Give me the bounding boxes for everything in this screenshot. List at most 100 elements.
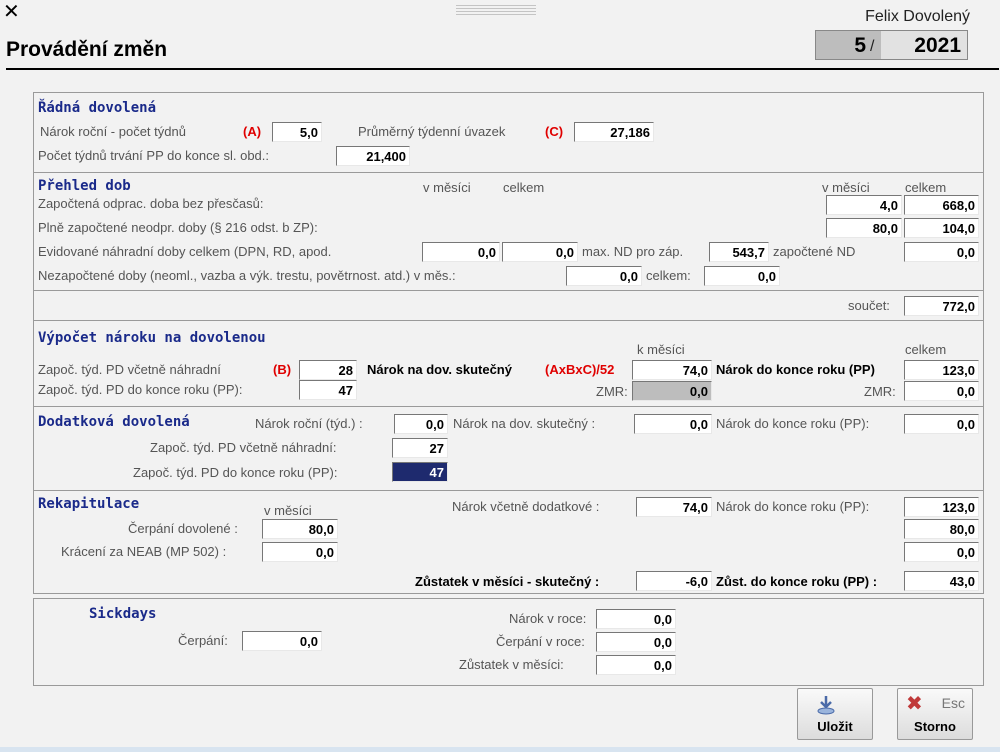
dod-narok-field[interactable]: 0,0: [394, 414, 448, 434]
nsk-field[interactable]: 74,0: [632, 360, 712, 380]
sick-cerpr-field[interactable]: 0,0: [596, 632, 676, 652]
k-mesici-header: k měsíci: [637, 342, 685, 357]
divider: [33, 172, 984, 173]
rekap-ndk-label: Nárok do konce roku (PP):: [716, 499, 870, 514]
row3-month-field[interactable]: 0,0: [422, 242, 500, 262]
section-title-prehled: Přehled dob: [38, 178, 131, 194]
dod-narok-label: Nárok roční (týd.) :: [255, 416, 363, 431]
section-title-vypocet: Výpočet nároku na dovolenou: [38, 330, 266, 346]
row4-total-label: celkem:: [646, 268, 691, 283]
row4-label: Nezapočtené doby (neoml., vazba a výk. t…: [38, 268, 456, 283]
nsk-label: Nárok na dov. skutečný: [367, 362, 512, 377]
pocet-tydnu-field[interactable]: 21,400: [336, 146, 410, 166]
rekap-zustk-label: Zůst. do konce roku (PP) :: [716, 574, 878, 589]
rekap-cerp-field[interactable]: 80,0: [262, 519, 338, 539]
narok-rocni-label: Nárok roční - počet týdnů: [40, 124, 186, 139]
drag-grip[interactable]: [456, 3, 536, 17]
dod-r2-label: Započ. týd. PD do konce roku (PP):: [133, 465, 338, 480]
rekap-krac-field[interactable]: 0,0: [262, 542, 338, 562]
col-header-month: v měsíci: [423, 180, 471, 195]
sick-zust-label: Zůstatek v měsíci:: [459, 657, 564, 672]
dod-r1-field[interactable]: 27: [392, 438, 448, 458]
vypocet-r2-field[interactable]: 47: [299, 380, 357, 400]
dod-r2-field[interactable]: 47: [392, 462, 448, 482]
row4-month-field[interactable]: 0,0: [566, 266, 642, 286]
row3-maxnd-field[interactable]: 543,7: [709, 242, 769, 262]
row2-month-field[interactable]: 80,0: [826, 218, 902, 238]
section-title-radna: Řádná dovolená: [38, 100, 157, 116]
narok-rocni-field[interactable]: 5,0: [272, 122, 322, 142]
row3-maxnd-label: max. ND pro záp.: [582, 244, 684, 259]
rekap-nvd-label: Nárok včetně dodatkové :: [452, 499, 600, 514]
soucet-label: součet:: [848, 298, 890, 313]
row3-zapnd-field[interactable]: 0,0: [904, 242, 979, 262]
user-name: Felix Dovolený: [865, 8, 970, 25]
uvazek-code: (C): [545, 124, 564, 139]
page-title: Provádění změn: [6, 38, 168, 61]
col-header-total: celkem: [503, 180, 545, 195]
save-button[interactable]: Uložit: [797, 688, 873, 740]
sick-cerpr-label: Čerpání v roce:: [496, 634, 585, 649]
rekap-zust-field[interactable]: -6,0: [636, 571, 712, 591]
period-year: 2021: [914, 34, 961, 57]
section-title-sickdays: Sickdays: [89, 606, 157, 622]
sick-narok-label: Nárok v roce:: [509, 611, 587, 626]
section-title-rekapitulace: Rekapitulace: [38, 496, 140, 512]
celkem-header: celkem: [905, 342, 947, 357]
rekap-krac-total-field[interactable]: 0,0: [904, 542, 979, 562]
rekap-cerp-label: Čerpání dovolené :: [128, 521, 238, 536]
nsk-code: (AxBxC)/52: [545, 362, 615, 377]
divider: [33, 290, 984, 291]
rekap-v-mesici-header: v měsíci: [264, 503, 312, 518]
sick-zust-field[interactable]: 0,0: [596, 655, 676, 675]
dod-r1-label: Započ. týd. PD včetně náhradní:: [150, 440, 337, 455]
ndk-label: Nárok do konce roku (PP): [716, 362, 875, 377]
row1-total-field[interactable]: 668,0: [904, 195, 979, 215]
esc-label: Esc: [941, 695, 965, 711]
dod-nsk-field[interactable]: 0,0: [634, 414, 712, 434]
section-title-dodatkova: Dodatková dovolená: [38, 414, 190, 430]
row1-month-field[interactable]: 4,0: [826, 195, 902, 215]
vypocet-r1-field[interactable]: 28: [299, 360, 357, 380]
sick-cerp-label: Čerpání:: [178, 633, 228, 648]
col-header-month-right: v měsíci: [822, 180, 870, 195]
row3-zapnd-label: započtené ND: [773, 244, 856, 259]
row2-total-field[interactable]: 104,0: [904, 218, 979, 238]
dod-ndk-label: Nárok do konce roku (PP):: [716, 416, 870, 431]
cancel-x-icon: ✖: [906, 693, 923, 715]
period-month: 5: [854, 34, 866, 57]
rekap-ndk-field[interactable]: 123,0: [904, 497, 979, 517]
pocet-tydnu-label: Počet týdnů trvání PP do konce sl. obd.:: [38, 148, 270, 163]
rekap-zustk-field[interactable]: 43,0: [904, 571, 979, 591]
storno-button[interactable]: ✖ Esc Storno: [897, 688, 973, 740]
divider: [33, 320, 984, 321]
ndk-field[interactable]: 123,0: [904, 360, 979, 380]
row2-label: Plně započtené neodpr. doby (§ 216 odst.…: [38, 220, 318, 235]
narok-code: (A): [243, 124, 262, 139]
close-icon[interactable]: ✕: [3, 0, 20, 24]
sick-cerp-field[interactable]: 0,0: [242, 631, 322, 651]
rekap-cerp-total-field[interactable]: 80,0: [904, 519, 979, 539]
zmr2-field[interactable]: 0,0: [904, 381, 979, 401]
col-header-total-right: celkem: [905, 180, 947, 195]
row4-total-field[interactable]: 0,0: [704, 266, 780, 286]
divider: [33, 490, 984, 491]
row3-total-field[interactable]: 0,0: [502, 242, 578, 262]
dod-nsk-label: Nárok na dov. skutečný :: [453, 416, 596, 431]
dod-ndk-field[interactable]: 0,0: [904, 414, 979, 434]
row1-label: Započtená odprac. doba bez přesčasů:: [38, 196, 264, 211]
sick-narok-field[interactable]: 0,0: [596, 609, 676, 629]
period-separator: /: [870, 38, 875, 55]
save-button-label: Uložit: [817, 719, 853, 734]
soucet-field[interactable]: 772,0: [904, 296, 979, 316]
rekap-krac-label: Krácení za NEAB (MP 502) :: [61, 544, 227, 559]
zmr-label: ZMR:: [596, 384, 628, 399]
divider: [33, 406, 984, 407]
rekap-nvd-field[interactable]: 74,0: [636, 497, 712, 517]
vypocet-r1-label: Započ. týd. PD včetně náhradní: [38, 362, 221, 377]
vypocet-r1-code: (B): [273, 362, 292, 377]
title-underline: [6, 68, 999, 70]
uvazek-field[interactable]: 27,186: [574, 122, 654, 142]
zmr-field: 0,0: [632, 381, 712, 401]
save-download-icon: [817, 696, 835, 715]
